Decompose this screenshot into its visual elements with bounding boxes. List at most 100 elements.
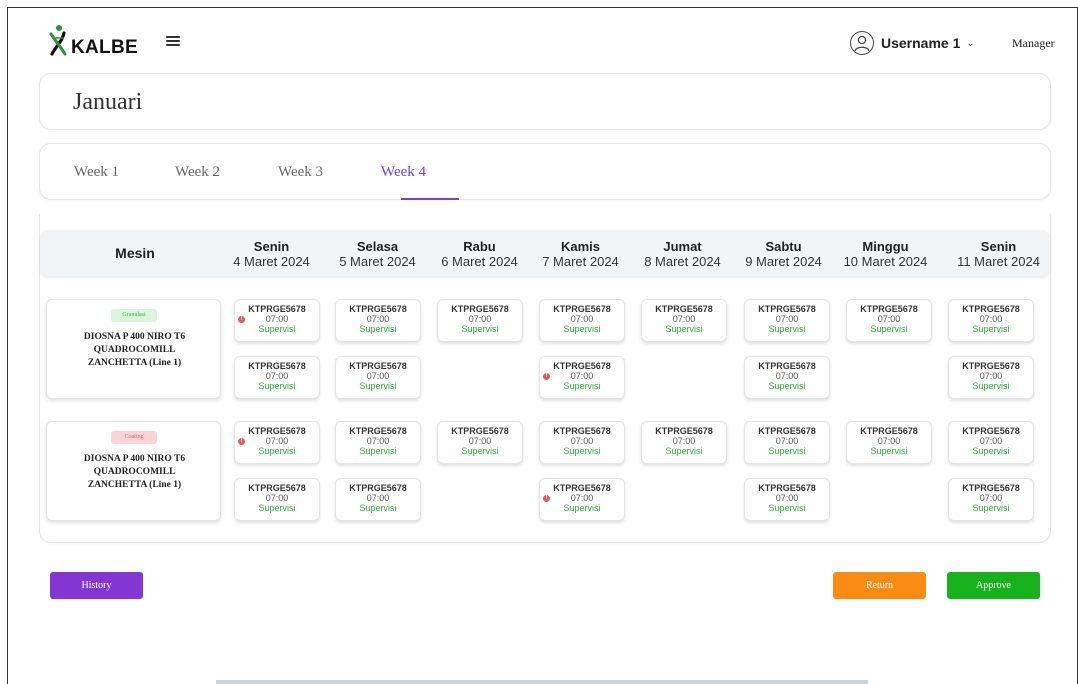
slot-code: KTPRGE5678 (349, 426, 407, 436)
slot-code: KTPRGE5678 (758, 483, 816, 493)
history-button[interactable]: History (50, 572, 143, 599)
schedule-slot[interactable]: KTPRGE5678 07:00 Supervisi (744, 478, 830, 521)
avatar-icon (850, 31, 874, 55)
column-header-day: Sabtu 9 Maret 2024 (745, 239, 822, 269)
slot-code: KTPRGE5678 (962, 304, 1020, 314)
schedule-slot[interactable]: KTPRGE5678 07:00 Supervisi (437, 299, 523, 342)
schedule-slot[interactable]: KTPRGE5678 07:00 Supervisi (948, 478, 1034, 521)
slot-time: 07:00 (775, 436, 799, 446)
slot-status: Supervisi (258, 503, 296, 513)
slot-time: 07:00 (775, 493, 799, 503)
schedule-slot[interactable]: KTPRGE5678 07:00 Supervisi (539, 421, 625, 464)
column-header-day: Kamis 7 Maret 2024 (542, 239, 619, 269)
month-title: Januari (73, 89, 143, 115)
tab-week-1[interactable]: Week 1 (74, 164, 119, 181)
schedule-slot[interactable]: KTPRGE5678 07:00 Supervisi (335, 478, 421, 521)
slot-time: 07:00 (265, 493, 289, 503)
slot-status: Supervisi (258, 381, 296, 391)
machine-name: DIOSNA P 400 NIRO T6 QUADROCOMILL ZANCHE… (83, 454, 186, 490)
schedule-slot[interactable]: KTPRGE5678 07:00 Supervisi (948, 299, 1034, 342)
slot-time: 07:00 (570, 314, 594, 324)
tab-week-3[interactable]: Week 3 (278, 164, 323, 181)
approve-button[interactable]: Approve (947, 572, 1040, 599)
schedule-slot[interactable]: KTPRGE5678 07:00 Supervisi (641, 421, 727, 464)
schedule-slot[interactable]: KTPRGE5678 07:00 Supervisi (234, 478, 320, 521)
slot-code: KTPRGE5678 (553, 304, 611, 314)
top-bar: KALBE Username 1 ⌄ Manager (0, 0, 1078, 70)
menu-icon[interactable] (166, 36, 180, 46)
horizontal-scrollbar[interactable] (216, 680, 868, 684)
slot-code: KTPRGE5678 (349, 361, 407, 371)
slot-status: Supervisi (359, 446, 397, 456)
column-header-day: Minggu 10 Maret 2024 (843, 239, 928, 269)
slot-status: Supervisi (768, 503, 806, 513)
schedule-slot[interactable]: KTPRGE5678 07:00 Supervisi (335, 299, 421, 342)
slot-code: KTPRGE5678 (655, 426, 713, 436)
slot-time: 07:00 (570, 493, 594, 503)
machine-card[interactable]: Coating DIOSNA P 400 NIRO T6 QUADROCOMIL… (46, 421, 221, 521)
schedule-slot[interactable]: KTPRGE5678 07:00 Supervisi! (234, 299, 320, 342)
slot-time: 07:00 (468, 436, 492, 446)
active-tab-indicator (401, 198, 459, 200)
slot-time: 07:00 (979, 436, 1003, 446)
slot-code: KTPRGE5678 (553, 426, 611, 436)
schedule-slot[interactable]: KTPRGE5678 07:00 Supervisi (744, 356, 830, 399)
user-menu[interactable]: Username 1 ⌄ (850, 31, 975, 55)
schedule-slot[interactable]: KTPRGE5678 07:00 Supervisi (437, 421, 523, 464)
slot-code: KTPRGE5678 (962, 426, 1020, 436)
slot-time: 07:00 (775, 371, 799, 381)
slot-code: KTPRGE5678 (451, 426, 509, 436)
slot-time: 07:00 (775, 314, 799, 324)
user-role: Manager (1012, 36, 1055, 50)
slot-code: KTPRGE5678 (451, 304, 509, 314)
schedule-slot[interactable]: KTPRGE5678 07:00 Supervisi (335, 356, 421, 399)
process-badge: Coating (111, 431, 157, 444)
exclamation-circle-icon: ! (238, 438, 245, 445)
slot-time: 07:00 (366, 436, 390, 446)
schedule-slot[interactable]: KTPRGE5678 07:00 Supervisi (539, 299, 625, 342)
slot-code: KTPRGE5678 (758, 426, 816, 436)
slot-code: KTPRGE5678 (758, 304, 816, 314)
slot-status: Supervisi (461, 446, 499, 456)
schedule-slot[interactable]: KTPRGE5678 07:00 Supervisi (744, 299, 830, 342)
slot-time: 07:00 (366, 371, 390, 381)
machine-card[interactable]: Granulasi DIOSNA P 400 NIRO T6 QUADROCOM… (46, 299, 221, 399)
column-header-mesin: Mesin (115, 245, 155, 261)
slot-status: Supervisi (870, 324, 908, 334)
slot-time: 07:00 (979, 493, 1003, 503)
slot-time: 07:00 (366, 314, 390, 324)
slot-code: KTPRGE5678 (860, 304, 918, 314)
slot-status: Supervisi (972, 381, 1010, 391)
slot-status: Supervisi (563, 446, 601, 456)
slot-status: Supervisi (563, 324, 601, 334)
slot-status: Supervisi (768, 381, 806, 391)
schedule-slot[interactable]: KTPRGE5678 07:00 Supervisi (641, 299, 727, 342)
slot-time: 07:00 (265, 314, 289, 324)
schedule-slot[interactable]: KTPRGE5678 07:00 Supervisi (948, 356, 1034, 399)
slot-time: 07:00 (265, 436, 289, 446)
schedule-slot[interactable]: KTPRGE5678 07:00 Supervisi! (539, 356, 625, 399)
slot-status: Supervisi (972, 446, 1010, 456)
username: Username 1 (881, 35, 961, 51)
slot-time: 07:00 (979, 314, 1003, 324)
schedule-slot[interactable]: KTPRGE5678 07:00 Supervisi (846, 421, 932, 464)
schedule-slot[interactable]: KTPRGE5678 07:00 Supervisi (234, 356, 320, 399)
schedule-slot[interactable]: KTPRGE5678 07:00 Supervisi! (539, 478, 625, 521)
kalbe-logo-icon (49, 25, 67, 56)
exclamation-circle-icon: ! (238, 316, 245, 323)
schedule-slot[interactable]: KTPRGE5678 07:00 Supervisi (948, 421, 1034, 464)
schedule-slot[interactable]: KTPRGE5678 07:00 Supervisi (744, 421, 830, 464)
schedule-slot[interactable]: KTPRGE5678 07:00 Supervisi! (234, 421, 320, 464)
column-header-day: Senin 4 Maret 2024 (233, 239, 310, 269)
schedule-slot[interactable]: KTPRGE5678 07:00 Supervisi (846, 299, 932, 342)
slot-status: Supervisi (563, 503, 601, 513)
slot-time: 07:00 (979, 371, 1003, 381)
slot-status: Supervisi (768, 446, 806, 456)
slot-code: KTPRGE5678 (553, 483, 611, 493)
return-button[interactable]: Return (833, 572, 926, 599)
tab-week-4[interactable]: Week 4 (381, 164, 426, 181)
slot-code: KTPRGE5678 (758, 361, 816, 371)
slot-code: KTPRGE5678 (655, 304, 713, 314)
tab-week-2[interactable]: Week 2 (175, 164, 220, 181)
schedule-slot[interactable]: KTPRGE5678 07:00 Supervisi (335, 421, 421, 464)
